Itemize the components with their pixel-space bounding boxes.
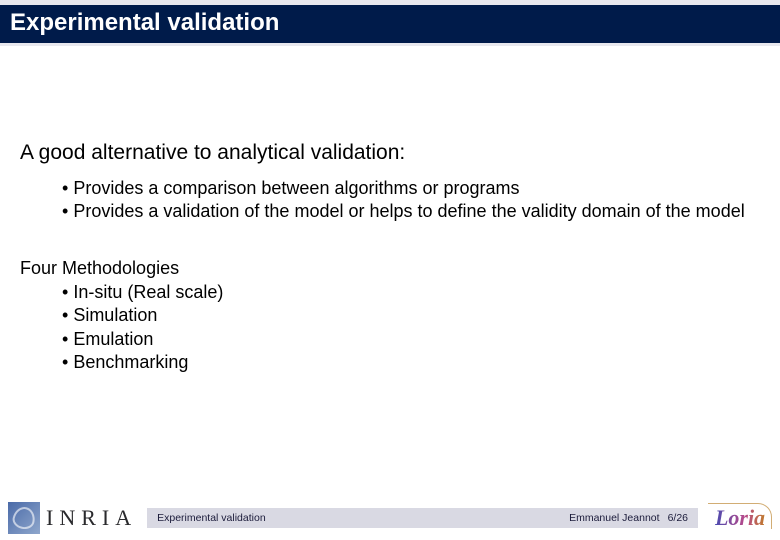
- loria-wordmark: Loria: [715, 505, 765, 531]
- list-item: • Emulation: [62, 328, 760, 351]
- footer-section-name: Experimental validation: [157, 512, 569, 524]
- bullet-icon: •: [62, 352, 73, 372]
- list-item: • Simulation: [62, 304, 760, 327]
- bullet-text: Simulation: [73, 305, 157, 325]
- bullet-icon: •: [62, 305, 73, 325]
- bullet-text: In-situ (Real scale): [73, 282, 223, 302]
- footer-bar: Experimental validation Emmanuel Jeannot…: [147, 508, 698, 528]
- list-item: • Provides a validation of the model or …: [62, 200, 760, 223]
- content-heading: A good alternative to analytical validat…: [20, 141, 760, 165]
- bullet-list-secondary: • In-situ (Real scale) • Simulation • Em…: [20, 281, 760, 375]
- inria-wordmark: INRIA: [46, 505, 137, 531]
- bullet-text: Benchmarking: [73, 352, 188, 372]
- bullet-icon: •: [62, 201, 73, 221]
- inria-logo: INRIA: [8, 502, 137, 534]
- loria-logo: Loria: [706, 501, 774, 535]
- footer-author: Emmanuel Jeannot: [569, 512, 667, 524]
- list-item: • In-situ (Real scale): [62, 281, 760, 304]
- footer-page-number: 6/26: [668, 512, 688, 524]
- section-label: Four Methodologies: [20, 258, 760, 279]
- bullet-icon: •: [62, 282, 73, 302]
- list-item: • Benchmarking: [62, 351, 760, 374]
- bullet-list-primary: • Provides a comparison between algorith…: [20, 177, 760, 224]
- inria-mark-icon: [8, 502, 40, 534]
- bullet-text: Provides a validation of the model or he…: [73, 201, 744, 221]
- slide-footer: INRIA Experimental validation Emmanuel J…: [0, 496, 780, 540]
- bullet-icon: •: [62, 178, 73, 198]
- bullet-text: Emulation: [73, 329, 153, 349]
- bullet-text: Provides a comparison between algorithms…: [73, 178, 519, 198]
- bullet-icon: •: [62, 329, 73, 349]
- slide-title: Experimental validation: [0, 0, 780, 43]
- slide: Experimental validation A good alternati…: [0, 0, 780, 540]
- list-item: • Provides a comparison between algorith…: [62, 177, 760, 200]
- slide-content: A good alternative to analytical validat…: [0, 46, 780, 374]
